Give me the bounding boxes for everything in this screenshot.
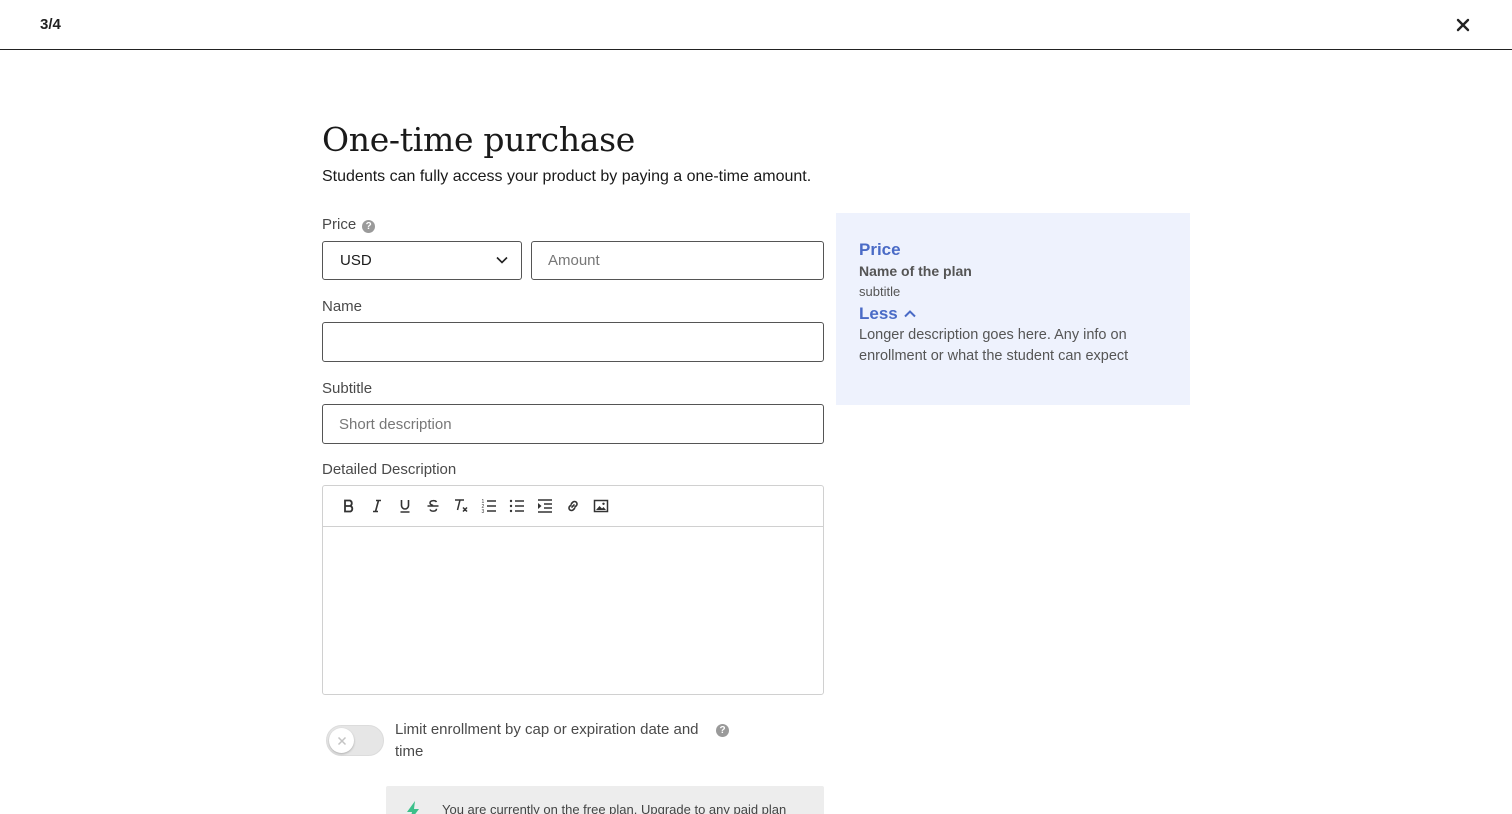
price-label-row: Price? xyxy=(322,216,376,233)
bullet-list-icon xyxy=(509,499,524,513)
close-button[interactable] xyxy=(1452,14,1474,36)
rich-text-editor: 123 xyxy=(322,485,824,695)
indent-button[interactable] xyxy=(531,494,559,518)
preview-price: Price xyxy=(859,240,901,259)
price-label: Price xyxy=(322,216,357,233)
upgrade-notice-text: You are currently on the free plan. Upgr… xyxy=(442,802,787,814)
preview-plan-name: Name of the plan xyxy=(859,263,972,279)
name-input[interactable] xyxy=(322,322,824,362)
top-bar: 3/4 xyxy=(0,0,1512,50)
help-icon[interactable]: ? xyxy=(716,724,729,737)
description-label: Detailed Description xyxy=(322,461,457,478)
clear-format-icon xyxy=(455,499,468,513)
ordered-list-icon: 123 xyxy=(482,499,496,514)
bullet-list-button[interactable] xyxy=(503,494,531,518)
editor-content-area[interactable] xyxy=(323,527,823,695)
clear-format-button[interactable] xyxy=(447,494,475,518)
ordered-list-button[interactable]: 123 xyxy=(475,494,503,518)
svg-text:3: 3 xyxy=(482,509,485,514)
indent-icon xyxy=(538,499,552,513)
underline-button[interactable] xyxy=(391,494,419,518)
toggle-knob xyxy=(329,728,354,753)
help-icon[interactable]: ? xyxy=(362,220,376,233)
name-label: Name xyxy=(322,298,363,315)
chevron-up-icon xyxy=(904,310,916,318)
close-icon xyxy=(1456,18,1470,32)
preview-less-toggle[interactable]: Less xyxy=(859,304,916,324)
less-label: Less xyxy=(859,304,898,323)
image-button[interactable] xyxy=(587,494,615,518)
editor-toolbar: 123 xyxy=(323,486,823,527)
subtitle-input[interactable] xyxy=(322,404,824,444)
preview-subtitle: subtitle xyxy=(859,284,901,299)
page-description: Students can fully access your product b… xyxy=(322,168,812,185)
x-icon xyxy=(337,736,346,745)
step-indicator: 3/4 xyxy=(40,16,61,33)
chevron-down-icon xyxy=(496,256,508,264)
subtitle-label: Subtitle xyxy=(322,380,373,397)
bold-button[interactable] xyxy=(335,494,363,518)
lightning-icon xyxy=(407,801,419,814)
underline-icon xyxy=(400,500,410,513)
currency-value: USD xyxy=(340,252,372,269)
preview-description: Longer description goes here. Any info o… xyxy=(859,327,1129,364)
limit-enrollment-toggle[interactable] xyxy=(326,725,384,756)
bold-icon xyxy=(344,499,354,513)
upgrade-notice: You are currently on the free plan. Upgr… xyxy=(386,786,824,814)
currency-select[interactable]: USD xyxy=(322,241,522,280)
link-icon xyxy=(568,500,578,512)
italic-button[interactable] xyxy=(363,494,391,518)
amount-input[interactable] xyxy=(531,241,824,280)
image-icon xyxy=(593,499,609,513)
strikethrough-button[interactable] xyxy=(419,494,447,518)
plan-preview-card: Price Name of the plan subtitle Less Lon… xyxy=(836,213,1190,405)
italic-icon xyxy=(373,499,381,513)
limit-enrollment-label: Limit enrollment by cap or expiration da… xyxy=(395,721,699,760)
link-button[interactable] xyxy=(559,494,587,518)
page-title: One-time purchase xyxy=(322,120,636,159)
strikethrough-icon xyxy=(427,499,439,512)
